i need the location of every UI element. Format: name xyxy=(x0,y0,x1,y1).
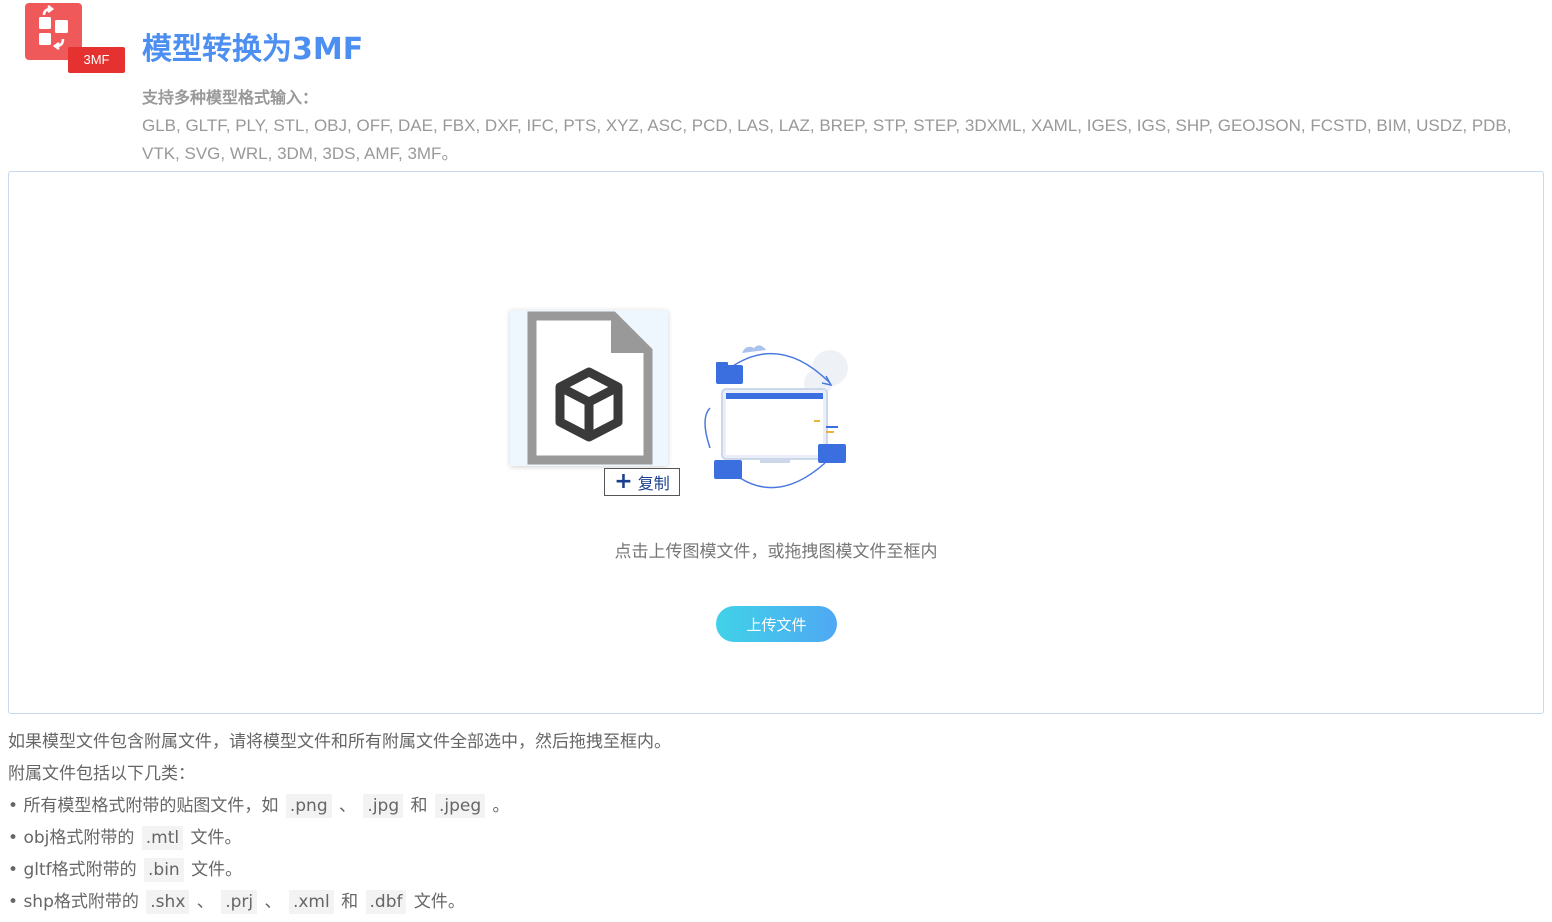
plus-icon: + xyxy=(614,469,633,494)
logo-badge: 3MF xyxy=(68,47,125,73)
list-item-suffix: 文件。 xyxy=(413,892,465,912)
period: 。 xyxy=(492,796,510,816)
list-item: • shp格式附带的 .shx 、 .prj 、 .xml 和 .dbf 文件。 xyxy=(8,890,1538,922)
file-extension: .prj xyxy=(221,890,258,914)
upload-hint: 点击上传图模文件，或拖拽图模文件至框内 xyxy=(614,542,938,562)
attachment-notes: 如果模型文件包含附属文件，请将模型文件和所有附属文件全部选中，然后拖拽至框内。 … xyxy=(8,730,1538,922)
list-item: • gltf格式附带的 .bin 文件。 xyxy=(8,858,1538,890)
file-extension: .shx xyxy=(146,890,190,914)
bullet: • xyxy=(8,796,19,816)
separator: 、 xyxy=(339,796,357,816)
list-item-text: 所有模型格式附带的贴图文件，如 xyxy=(23,796,279,816)
file-extension: .dbf xyxy=(365,890,407,914)
list-item-suffix: 文件。 xyxy=(191,860,243,880)
file-extension: .xml xyxy=(288,890,334,914)
list-item: • obj格式附带的 .mtl 文件。 xyxy=(8,826,1538,858)
sync-computer-illustration xyxy=(700,338,860,498)
file-extension: .png xyxy=(285,794,332,818)
bullet: • xyxy=(8,860,19,880)
list-item: • 所有模型格式附带的贴图文件，如 .png 、 .jpg 和 .jpeg 。 xyxy=(8,794,1538,826)
notes-line-1: 如果模型文件包含附属文件，请将模型文件和所有附属文件全部选中，然后拖拽至框内。 xyxy=(8,732,671,752)
notes-line-2: 附属文件包括以下几类： xyxy=(8,764,195,784)
formats-list: GLB, GLTF, PLY, STL, OBJ, OFF, DAE, FBX,… xyxy=(142,116,1512,163)
list-item-text: obj格式附带的 xyxy=(23,828,135,848)
separator: 、 xyxy=(196,892,214,912)
list-item-suffix: 文件。 xyxy=(190,828,242,848)
separator: 、 xyxy=(264,892,282,912)
file-extension: .jpeg xyxy=(434,794,486,818)
conjunction: 和 xyxy=(341,892,359,912)
formats-label: 支持多种模型格式输入： xyxy=(142,88,319,107)
drag-copy-indicator: + 复制 xyxy=(604,468,680,496)
page-title: 模型转换为3MF xyxy=(142,32,364,67)
file-extension: .bin xyxy=(144,858,184,882)
upload-file-button[interactable]: 上传文件 xyxy=(716,606,837,642)
file-extension: .jpg xyxy=(363,794,404,818)
dragged-file-preview xyxy=(510,310,668,466)
bullet: • xyxy=(8,892,19,912)
list-item-text: gltf格式附带的 xyxy=(23,860,137,880)
conjunction: 和 xyxy=(410,796,428,816)
list-item-text: shp格式附带的 xyxy=(23,892,139,912)
file-extension: .mtl xyxy=(141,826,184,850)
3d-model-file-icon xyxy=(527,311,653,465)
bullet: • xyxy=(8,828,19,848)
copy-label: 复制 xyxy=(637,474,670,493)
app-logo: 3MF xyxy=(25,3,125,73)
